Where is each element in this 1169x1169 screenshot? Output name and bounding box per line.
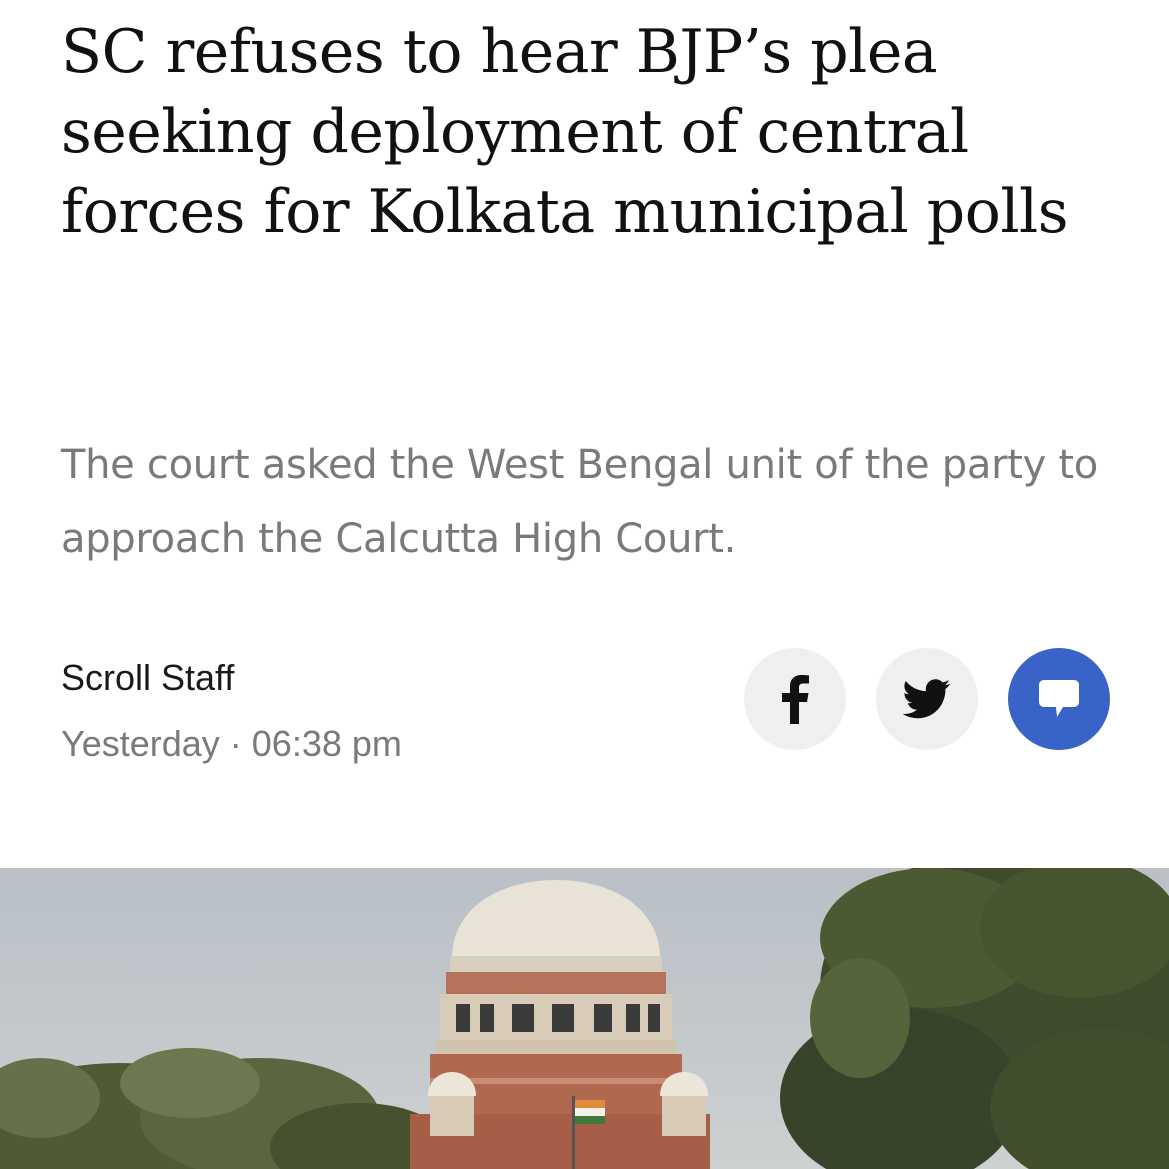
supreme-court-illustration bbox=[0, 868, 1169, 1169]
author-link[interactable]: Scroll Staff bbox=[61, 657, 234, 698]
publish-timestamp: Yesterday · 06:38 pm bbox=[61, 723, 402, 764]
article: SC refuses to hear BJP’s plea seeking de… bbox=[0, 0, 1169, 1169]
article-hero-image bbox=[0, 868, 1169, 1169]
article-headline: SC refuses to hear BJP’s plea seeking de… bbox=[61, 17, 1068, 247]
facebook-icon bbox=[782, 675, 809, 724]
left-trees bbox=[0, 1048, 450, 1169]
comment-icon bbox=[1039, 680, 1079, 717]
author-byline[interactable]: Scroll Staff bbox=[61, 656, 234, 700]
facebook-share-button[interactable] bbox=[744, 648, 846, 750]
twitter-icon bbox=[903, 679, 951, 719]
share-bar bbox=[744, 648, 1110, 750]
article-subhead: The court asked the West Bengal unit of … bbox=[61, 442, 1098, 562]
comment-button[interactable] bbox=[1008, 648, 1110, 750]
twitter-share-button[interactable] bbox=[876, 648, 978, 750]
right-tree bbox=[780, 868, 1169, 1169]
court-building bbox=[410, 880, 710, 1169]
